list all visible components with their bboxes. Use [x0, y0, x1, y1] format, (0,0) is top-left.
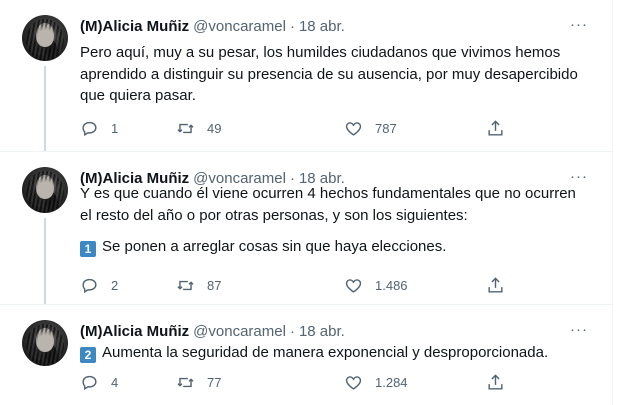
tweet-list-item: 1 Se ponen a arreglar cosas sin que haya …	[80, 236, 580, 258]
more-icon[interactable]: ···	[570, 169, 588, 184]
like-count: 1.486	[375, 277, 408, 293]
tweet-header: (M)Alicia Muñiz @voncaramel · 18 abr.	[80, 17, 345, 37]
retweet-button[interactable]: 49	[176, 118, 221, 138]
tweet-list-item: 2 Aumenta la seguridad de manera exponenc…	[80, 342, 580, 364]
reply-icon	[82, 121, 97, 136]
handle[interactable]: @voncaramel	[193, 323, 286, 340]
separator: ·	[289, 323, 295, 340]
like-count: 787	[375, 120, 397, 136]
timestamp[interactable]: 18 abr.	[299, 323, 345, 340]
tweet-text: Pero aquí, muy a su pesar, los humildes …	[80, 42, 580, 107]
like-button[interactable]: 1.284	[344, 372, 408, 392]
tweet[interactable]: (M)Alicia Muñiz @voncaramel · 18 abr. ··· P…	[0, 0, 612, 152]
reply-count: 1	[111, 120, 119, 136]
display-name[interactable]: (M)Alicia Muñiz	[80, 18, 189, 35]
share-icon	[488, 119, 503, 136]
tweet-text: Y es que cuando él viene ocurren 4 hecho…	[80, 183, 580, 258]
reply-count: 2	[111, 277, 119, 293]
more-icon[interactable]: ···	[570, 322, 588, 337]
like-count: 1.284	[375, 374, 408, 390]
reply-icon	[82, 375, 97, 390]
tweet-header: (M)Alicia Muñiz @voncaramel · 18 abr.	[80, 322, 345, 342]
retweet-icon	[177, 377, 194, 387]
separator: ·	[289, 18, 295, 35]
retweet-button[interactable]: 87	[176, 275, 221, 295]
keycap-1-icon: 1	[80, 241, 96, 257]
heart-icon	[345, 121, 362, 136]
heart-icon	[345, 278, 362, 293]
like-button[interactable]: 1.486	[344, 275, 408, 295]
retweet-icon	[177, 280, 194, 290]
tweet-actions: 1 49 787	[80, 118, 510, 138]
like-button[interactable]: 787	[344, 118, 397, 138]
share-button[interactable]	[486, 118, 505, 138]
tweet[interactable]: (M)Alicia Muñiz @voncaramel · 18 abr. ··· Y…	[0, 152, 612, 305]
share-icon	[488, 276, 503, 293]
tweet-paragraph: Pero aquí, muy a su pesar, los humildes …	[80, 44, 578, 104]
list-item-text: Aumenta la seguridad de manera exponenci…	[102, 344, 549, 361]
tweet-actions: 2 87 1.486	[80, 275, 510, 295]
avatar[interactable]	[22, 167, 68, 213]
reply-count: 4	[111, 374, 119, 390]
avatar[interactable]	[22, 15, 68, 61]
tweet-actions: 4 77 1.284	[80, 372, 510, 392]
share-button[interactable]	[486, 372, 505, 392]
retweet-count: 77	[207, 374, 222, 390]
share-button[interactable]	[486, 275, 505, 295]
avatar[interactable]	[22, 320, 68, 366]
handle[interactable]: @voncaramel	[193, 18, 286, 35]
tweet-paragraph: Y es que cuando él viene ocurren 4 hecho…	[80, 185, 576, 224]
reply-button[interactable]: 2	[80, 275, 118, 295]
retweet-button[interactable]: 77	[176, 372, 221, 392]
reply-icon	[82, 278, 97, 293]
retweet-count: 87	[207, 277, 222, 293]
display-name[interactable]: (M)Alicia Muñiz	[80, 323, 189, 340]
heart-icon	[345, 375, 362, 390]
reply-button[interactable]: 4	[80, 372, 118, 392]
keycap-2-icon: 2	[80, 347, 96, 363]
tweet[interactable]: (M)Alicia Muñiz @voncaramel · 18 abr. ··· 2…	[0, 305, 612, 405]
thread-line	[44, 66, 46, 151]
retweet-icon	[177, 123, 194, 133]
timestamp[interactable]: 18 abr.	[299, 18, 345, 35]
reply-button[interactable]: 1	[80, 118, 118, 138]
share-icon	[488, 373, 503, 390]
tweet-text: 2 Aumenta la seguridad de manera exponenc…	[80, 342, 580, 364]
list-item-text: Se ponen a arreglar cosas sin que haya e…	[102, 238, 447, 255]
retweet-count: 49	[207, 120, 222, 136]
thread-line	[44, 218, 46, 304]
timeline: (M)Alicia Muñiz @voncaramel · 18 abr. ··· P…	[0, 0, 613, 405]
more-icon[interactable]: ···	[570, 17, 588, 32]
